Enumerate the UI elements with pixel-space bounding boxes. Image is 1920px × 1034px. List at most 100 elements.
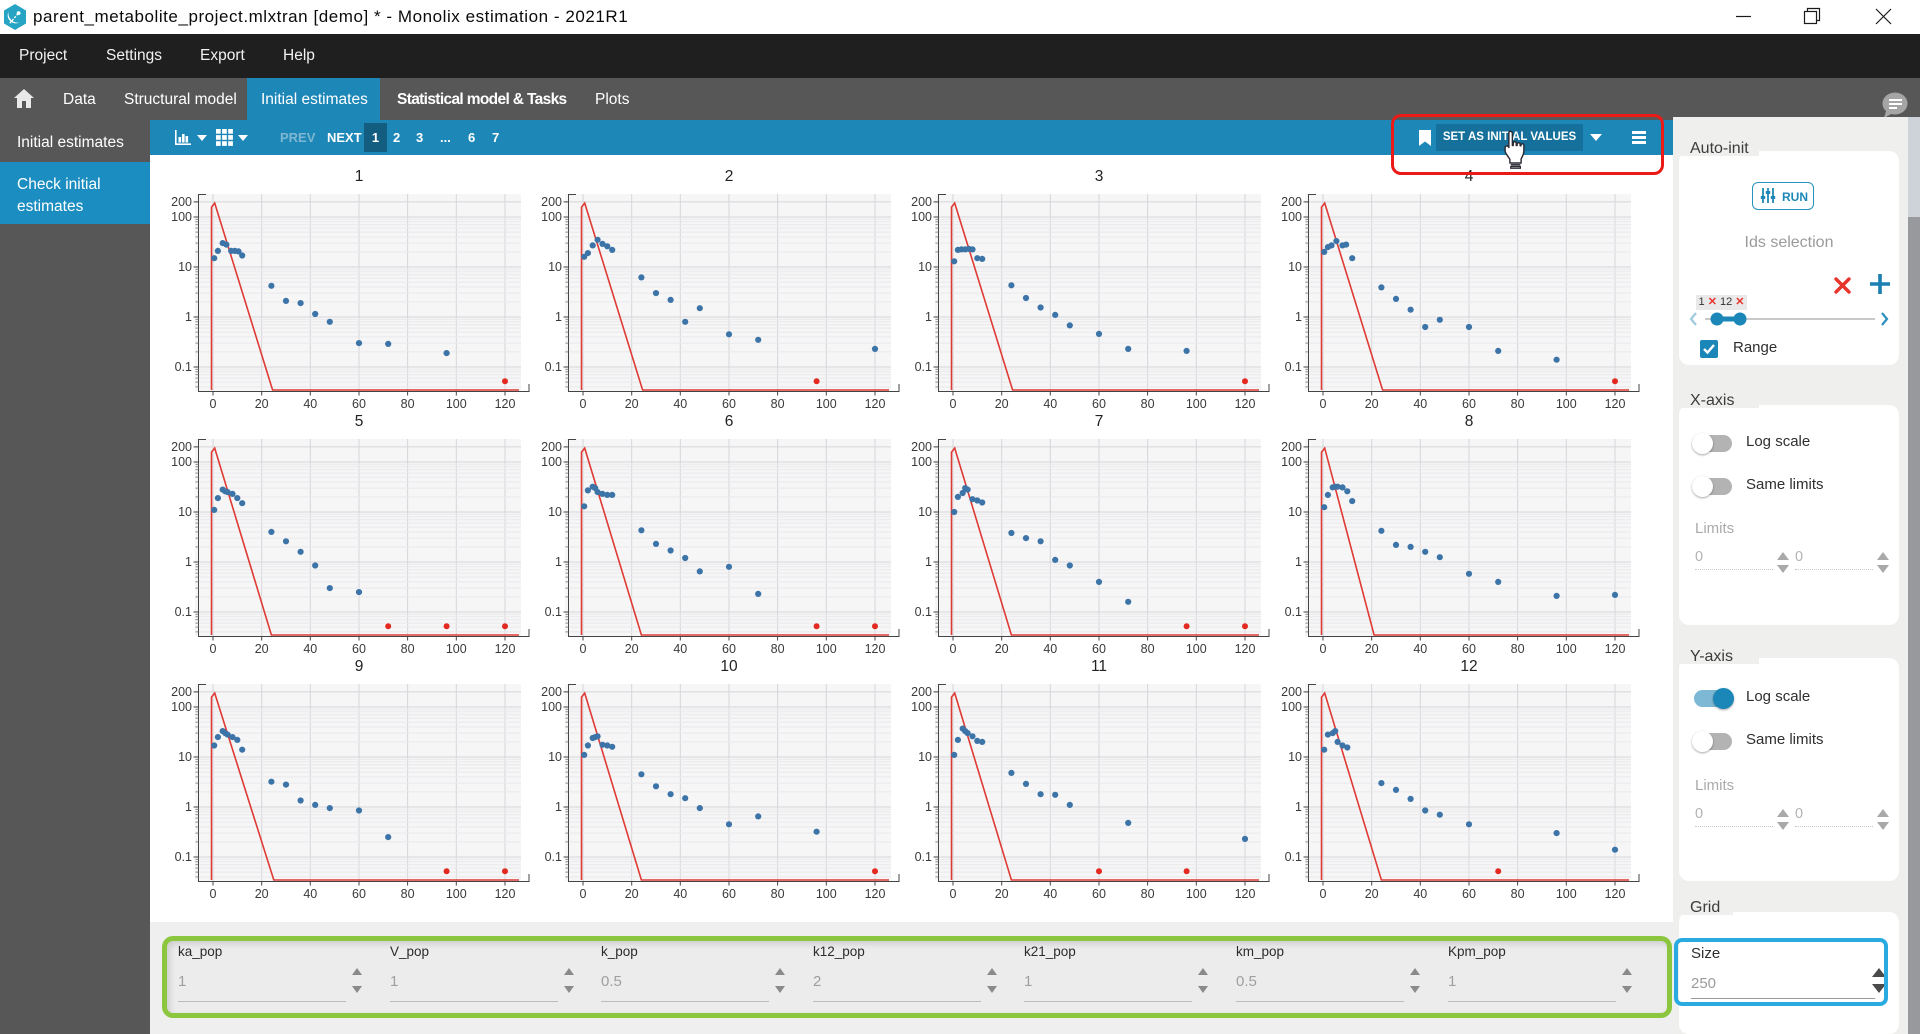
svg-text:60: 60: [1092, 642, 1106, 656]
svg-text:0.1: 0.1: [545, 850, 562, 864]
svg-text:0: 0: [210, 642, 217, 656]
svg-text:0: 0: [1320, 642, 1327, 656]
svg-text:60: 60: [1092, 887, 1106, 901]
svg-text:200: 200: [171, 440, 192, 454]
svg-text:20: 20: [625, 642, 639, 656]
svg-text:60: 60: [1462, 397, 1476, 411]
svg-text:100: 100: [1556, 887, 1577, 901]
svg-text:1: 1: [1295, 310, 1302, 324]
svg-text:1: 1: [1295, 555, 1302, 569]
svg-text:0: 0: [950, 642, 957, 656]
svg-text:100: 100: [1556, 642, 1577, 656]
svg-text:10: 10: [548, 505, 562, 519]
svg-text:1: 1: [185, 800, 192, 814]
svg-text:10: 10: [548, 750, 562, 764]
svg-text:100: 100: [911, 455, 932, 469]
svg-text:12: 12: [1460, 658, 1477, 675]
svg-text:40: 40: [1413, 642, 1427, 656]
svg-text:120: 120: [1605, 642, 1626, 656]
svg-text:40: 40: [1043, 642, 1057, 656]
svg-text:120: 120: [865, 397, 886, 411]
svg-text:1: 1: [555, 800, 562, 814]
svg-text:8: 8: [1465, 413, 1474, 430]
svg-text:20: 20: [1365, 887, 1379, 901]
svg-text:1: 1: [355, 168, 364, 185]
svg-text:100: 100: [1186, 397, 1207, 411]
svg-text:0: 0: [950, 397, 957, 411]
svg-text:0.1: 0.1: [545, 605, 562, 619]
svg-text:100: 100: [171, 700, 192, 714]
svg-text:20: 20: [995, 642, 1009, 656]
svg-text:40: 40: [673, 887, 687, 901]
svg-text:80: 80: [401, 397, 415, 411]
svg-text:20: 20: [1365, 642, 1379, 656]
svg-text:0.1: 0.1: [175, 850, 192, 864]
svg-text:60: 60: [722, 397, 736, 411]
svg-text:10: 10: [1288, 505, 1302, 519]
svg-text:40: 40: [1043, 397, 1057, 411]
svg-text:200: 200: [541, 195, 562, 209]
svg-text:40: 40: [303, 642, 317, 656]
svg-text:120: 120: [1235, 887, 1256, 901]
svg-text:10: 10: [720, 658, 738, 675]
svg-text:100: 100: [1281, 210, 1302, 224]
svg-text:80: 80: [401, 642, 415, 656]
svg-text:5: 5: [355, 413, 364, 430]
svg-text:2: 2: [725, 168, 734, 185]
svg-text:80: 80: [771, 642, 785, 656]
svg-text:3: 3: [1095, 168, 1104, 185]
svg-text:10: 10: [1288, 750, 1302, 764]
svg-text:200: 200: [171, 195, 192, 209]
svg-text:0.1: 0.1: [915, 360, 932, 374]
svg-text:120: 120: [495, 397, 516, 411]
svg-text:10: 10: [1288, 260, 1302, 274]
svg-text:60: 60: [722, 887, 736, 901]
svg-text:60: 60: [1462, 642, 1476, 656]
svg-text:0: 0: [210, 887, 217, 901]
svg-text:0.1: 0.1: [915, 605, 932, 619]
svg-text:40: 40: [1043, 887, 1057, 901]
svg-text:80: 80: [1511, 397, 1525, 411]
svg-text:0.1: 0.1: [1285, 605, 1302, 619]
svg-text:100: 100: [446, 397, 467, 411]
svg-text:0: 0: [1320, 397, 1327, 411]
svg-text:0.1: 0.1: [175, 605, 192, 619]
svg-text:1: 1: [555, 555, 562, 569]
svg-text:20: 20: [625, 887, 639, 901]
svg-text:100: 100: [541, 700, 562, 714]
svg-text:0.1: 0.1: [915, 850, 932, 864]
svg-text:200: 200: [1281, 440, 1302, 454]
svg-text:1: 1: [1295, 800, 1302, 814]
svg-text:200: 200: [541, 685, 562, 699]
svg-text:200: 200: [1281, 195, 1302, 209]
svg-text:10: 10: [918, 260, 932, 274]
svg-text:120: 120: [865, 887, 886, 901]
svg-text:80: 80: [1141, 887, 1155, 901]
svg-text:80: 80: [401, 887, 415, 901]
svg-text:10: 10: [178, 260, 192, 274]
svg-text:0: 0: [580, 887, 587, 901]
svg-text:100: 100: [816, 397, 837, 411]
svg-text:20: 20: [1365, 397, 1379, 411]
svg-text:6: 6: [725, 413, 734, 430]
svg-text:100: 100: [911, 700, 932, 714]
svg-text:100: 100: [541, 210, 562, 224]
svg-text:40: 40: [303, 887, 317, 901]
svg-text:40: 40: [673, 642, 687, 656]
svg-text:0.1: 0.1: [545, 360, 562, 374]
svg-text:200: 200: [541, 440, 562, 454]
svg-text:80: 80: [1141, 397, 1155, 411]
svg-text:20: 20: [255, 397, 269, 411]
svg-text:100: 100: [1281, 455, 1302, 469]
svg-text:10: 10: [178, 750, 192, 764]
svg-text:1: 1: [185, 555, 192, 569]
svg-text:1: 1: [555, 310, 562, 324]
svg-text:40: 40: [673, 397, 687, 411]
svg-text:1: 1: [925, 800, 932, 814]
svg-text:0.1: 0.1: [175, 360, 192, 374]
svg-text:1: 1: [925, 555, 932, 569]
svg-text:11: 11: [1091, 658, 1107, 675]
svg-text:120: 120: [495, 642, 516, 656]
svg-text:0: 0: [580, 642, 587, 656]
svg-text:100: 100: [446, 642, 467, 656]
